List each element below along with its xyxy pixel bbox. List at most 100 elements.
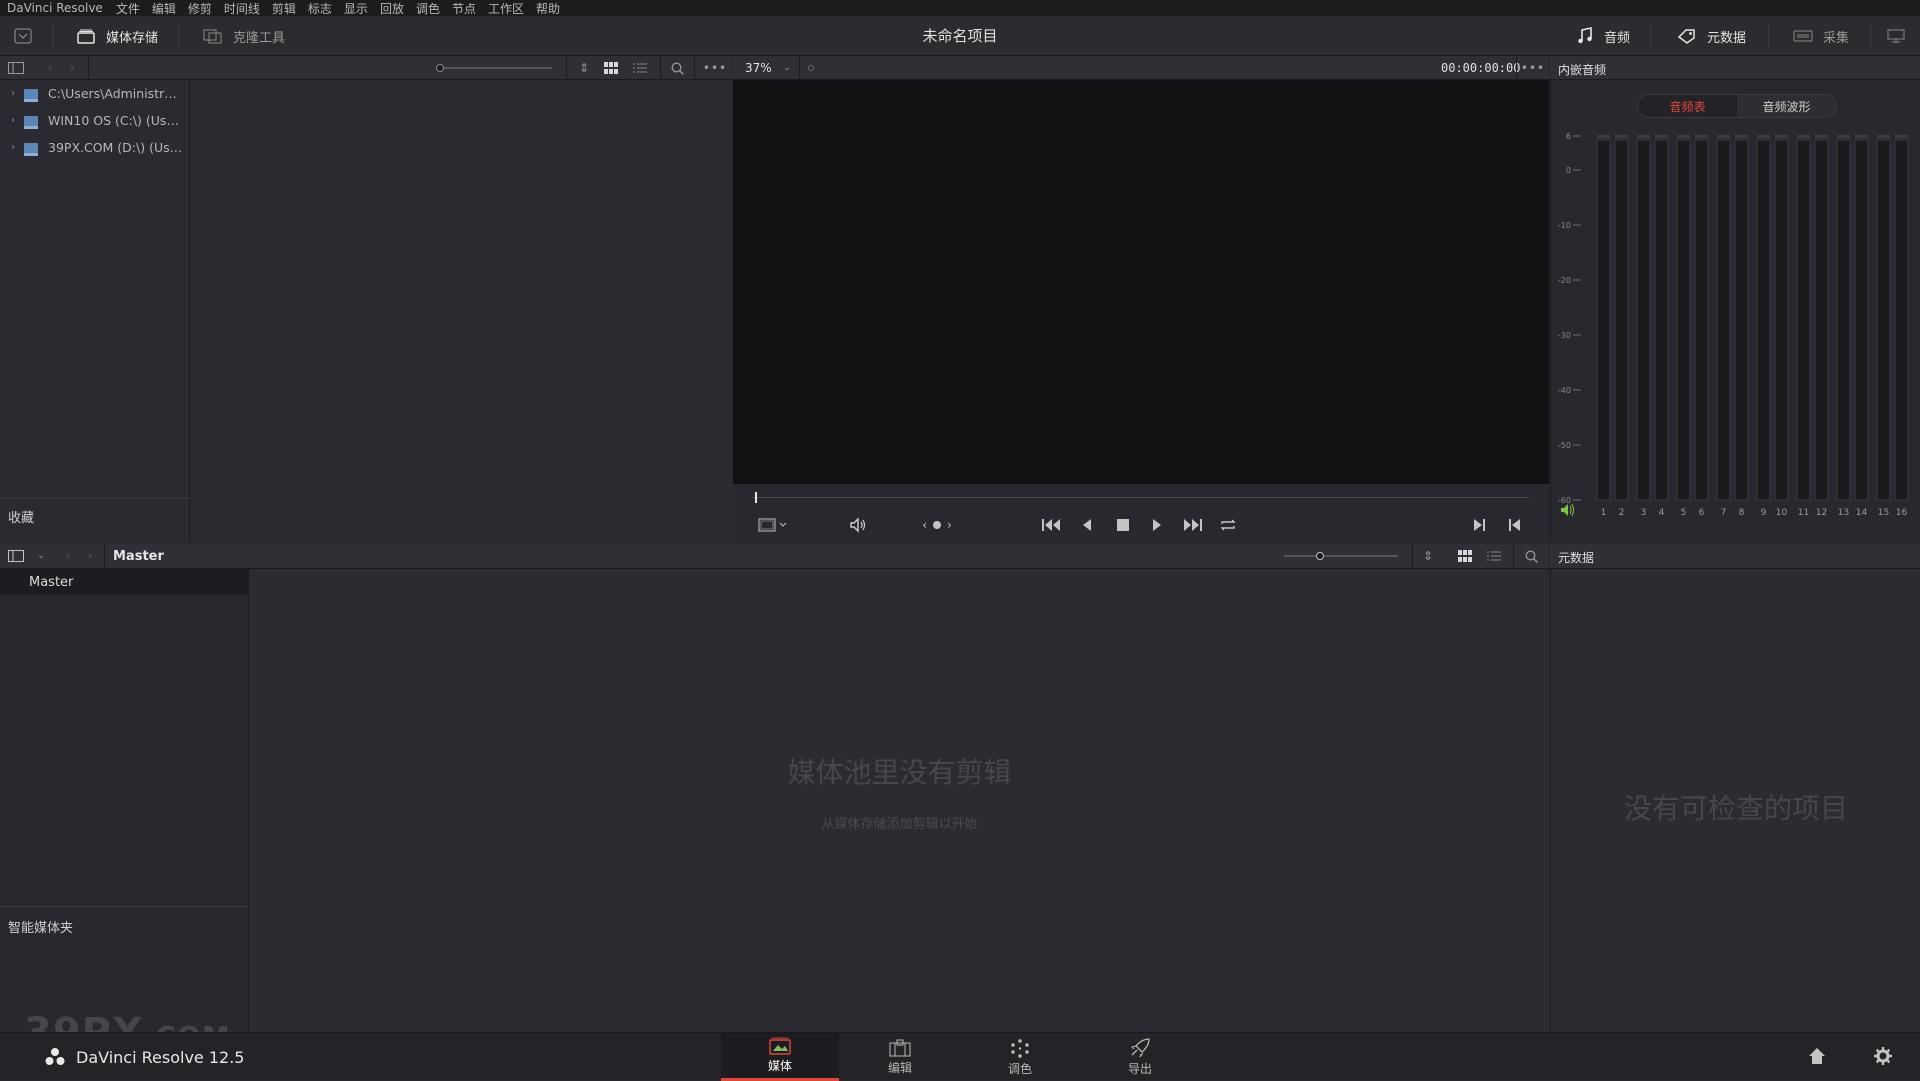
viewer-options-icon[interactable]: ••• xyxy=(1521,60,1544,76)
bin-dropdown-icon[interactable]: ⌄ xyxy=(33,548,49,564)
bin-item-master[interactable]: Master xyxy=(0,569,249,595)
meter-peak-cap xyxy=(1855,135,1868,138)
clip-view-dropdown[interactable] xyxy=(755,515,791,535)
source-viewer[interactable] xyxy=(733,80,1549,484)
tab-audio-waveform[interactable]: 音频波形 xyxy=(1737,95,1836,117)
menu-item-edit[interactable]: 编辑 xyxy=(146,0,182,17)
list-view-icon[interactable] xyxy=(1486,548,1502,564)
menu-item-view[interactable]: 显示 xyxy=(338,0,374,17)
nav-forward-icon[interactable]: › xyxy=(64,60,80,76)
channel-label: 10 xyxy=(1776,508,1788,518)
fullscreen-toggle-button[interactable] xyxy=(1886,16,1906,56)
meter-scale-label: 0 xyxy=(1566,166,1571,175)
meter-peak-cap xyxy=(1775,135,1788,138)
zoom-level[interactable]: 37% xyxy=(745,61,772,75)
media-storage-button[interactable]: 媒体存储 xyxy=(76,16,158,56)
drive-item[interactable]: › WIN10 OS (C:\) (Usage... xyxy=(0,107,190,134)
settings-button[interactable] xyxy=(1874,1047,1892,1065)
playhead[interactable] xyxy=(755,492,757,503)
channel-label: 6 xyxy=(1699,508,1705,518)
menu-item-file[interactable]: 文件 xyxy=(110,0,146,17)
mark-in-button[interactable] xyxy=(1469,515,1489,535)
thumbnail-size-slider[interactable] xyxy=(1284,552,1398,560)
sort-icon[interactable]: ⇕ xyxy=(1420,548,1436,564)
breadcrumb[interactable]: Master xyxy=(113,549,164,564)
jog-left-icon[interactable]: ‹ xyxy=(922,518,927,532)
volume-button[interactable] xyxy=(847,515,869,535)
media-pool-clips-area[interactable]: 媒体池里没有剪辑 从媒体存储添加剪辑以开始 xyxy=(250,569,1549,1032)
grid-view-icon[interactable] xyxy=(1457,548,1473,564)
scrub-bar[interactable] xyxy=(753,497,1529,498)
favorites-divider[interactable] xyxy=(0,498,190,499)
tab-media[interactable]: 媒体 xyxy=(721,1033,839,1081)
thumbnail-size-slider[interactable] xyxy=(436,64,552,72)
audio-button[interactable]: 音频 xyxy=(1576,16,1630,56)
tab-color[interactable]: 调色 xyxy=(961,1033,1079,1081)
more-options-icon[interactable]: ••• xyxy=(703,60,726,76)
search-icon[interactable] xyxy=(669,60,685,76)
metadata-button[interactable]: 元数据 xyxy=(1677,16,1746,56)
meter-peak-cap xyxy=(1655,135,1668,138)
play-reverse-button[interactable] xyxy=(1077,515,1097,535)
nav-back-icon[interactable]: ‹ xyxy=(42,60,58,76)
tab-edit[interactable]: 编辑 xyxy=(841,1033,959,1081)
chevron-right-icon[interactable]: › xyxy=(6,142,20,153)
sidebar-toggle-icon[interactable] xyxy=(8,60,24,76)
meter-scale-label: -40 xyxy=(1558,386,1571,395)
zoom-dropdown-icon[interactable]: ⌄ xyxy=(779,60,795,76)
slider-knob[interactable] xyxy=(436,64,444,72)
smart-bins-divider[interactable] xyxy=(0,906,249,907)
go-to-start-button[interactable] xyxy=(1039,515,1063,535)
channel-label: 4 xyxy=(1659,508,1665,518)
capture-button[interactable]: 采集 xyxy=(1793,16,1849,56)
stop-button[interactable] xyxy=(1113,515,1133,535)
go-to-end-button[interactable] xyxy=(1181,515,1205,535)
nav-forward-icon[interactable]: › xyxy=(82,548,98,564)
metadata-empty-text: 没有可检查的项目 xyxy=(1623,792,1848,825)
metadata-panel-title: 元数据 xyxy=(1558,551,1595,565)
drive-item[interactable]: › C:\Users\Administrat... xyxy=(0,80,190,107)
media-storage-browser[interactable] xyxy=(191,80,732,543)
jog-control[interactable]: ‹ › xyxy=(917,515,957,535)
menu-item-mark[interactable]: 标志 xyxy=(302,0,338,17)
status-dot-icon xyxy=(808,65,814,71)
jog-right-icon[interactable]: › xyxy=(947,518,952,532)
gear-icon xyxy=(1874,1047,1892,1065)
tab-audio-meters[interactable]: 音频表 xyxy=(1638,95,1737,117)
list-view-icon[interactable] xyxy=(632,60,648,76)
bin-list-toggle-icon[interactable] xyxy=(8,548,24,564)
drive-item[interactable]: › 39PX.COM (D:\) (Usag... xyxy=(0,134,190,161)
menu-item-nodes[interactable]: 节点 xyxy=(446,0,482,17)
nav-back-icon[interactable]: ‹ xyxy=(60,548,76,564)
header-divider xyxy=(1516,56,1517,80)
home-button[interactable] xyxy=(1808,1047,1826,1065)
chevron-right-icon[interactable]: › xyxy=(6,88,20,99)
menu-item-clip[interactable]: 剪辑 xyxy=(266,0,302,17)
chevron-right-icon[interactable]: › xyxy=(6,115,20,126)
menu-item-playback[interactable]: 回放 xyxy=(374,0,410,17)
toolbar-divider xyxy=(1650,24,1651,48)
mark-out-button[interactable] xyxy=(1505,515,1525,535)
channel-label: 14 xyxy=(1856,508,1868,518)
tab-deliver[interactable]: 导出 xyxy=(1081,1033,1199,1081)
slider-knob[interactable] xyxy=(1316,552,1324,560)
menu-item-trim[interactable]: 修剪 xyxy=(182,0,218,17)
search-icon[interactable] xyxy=(1523,548,1539,564)
menu-item-workspace[interactable]: 工作区 xyxy=(482,0,530,17)
audio-monitor-icon[interactable] xyxy=(1561,503,1574,517)
grid-view-icon[interactable] xyxy=(603,60,619,76)
sort-icon[interactable]: ⇕ xyxy=(576,60,592,76)
media-storage-icon xyxy=(77,29,95,44)
menu-item-help[interactable]: 帮助 xyxy=(530,0,566,17)
menu-item-timeline[interactable]: 时间线 xyxy=(218,0,266,17)
play-button[interactable] xyxy=(1147,515,1167,535)
loop-button[interactable] xyxy=(1217,515,1239,535)
app-name-menu[interactable]: DaVinci Resolve xyxy=(0,1,110,15)
panel-toggle-button[interactable] xyxy=(14,16,32,56)
skip-to-end-icon xyxy=(1184,519,1202,531)
clone-tool-button[interactable]: 克隆工具 xyxy=(203,16,285,56)
menu-item-color[interactable]: 调色 xyxy=(410,0,446,17)
audio-view-toggle: 音频表 音频波形 xyxy=(1637,94,1837,118)
mark-in-icon xyxy=(1474,519,1485,531)
music-note-icon xyxy=(1578,27,1592,44)
